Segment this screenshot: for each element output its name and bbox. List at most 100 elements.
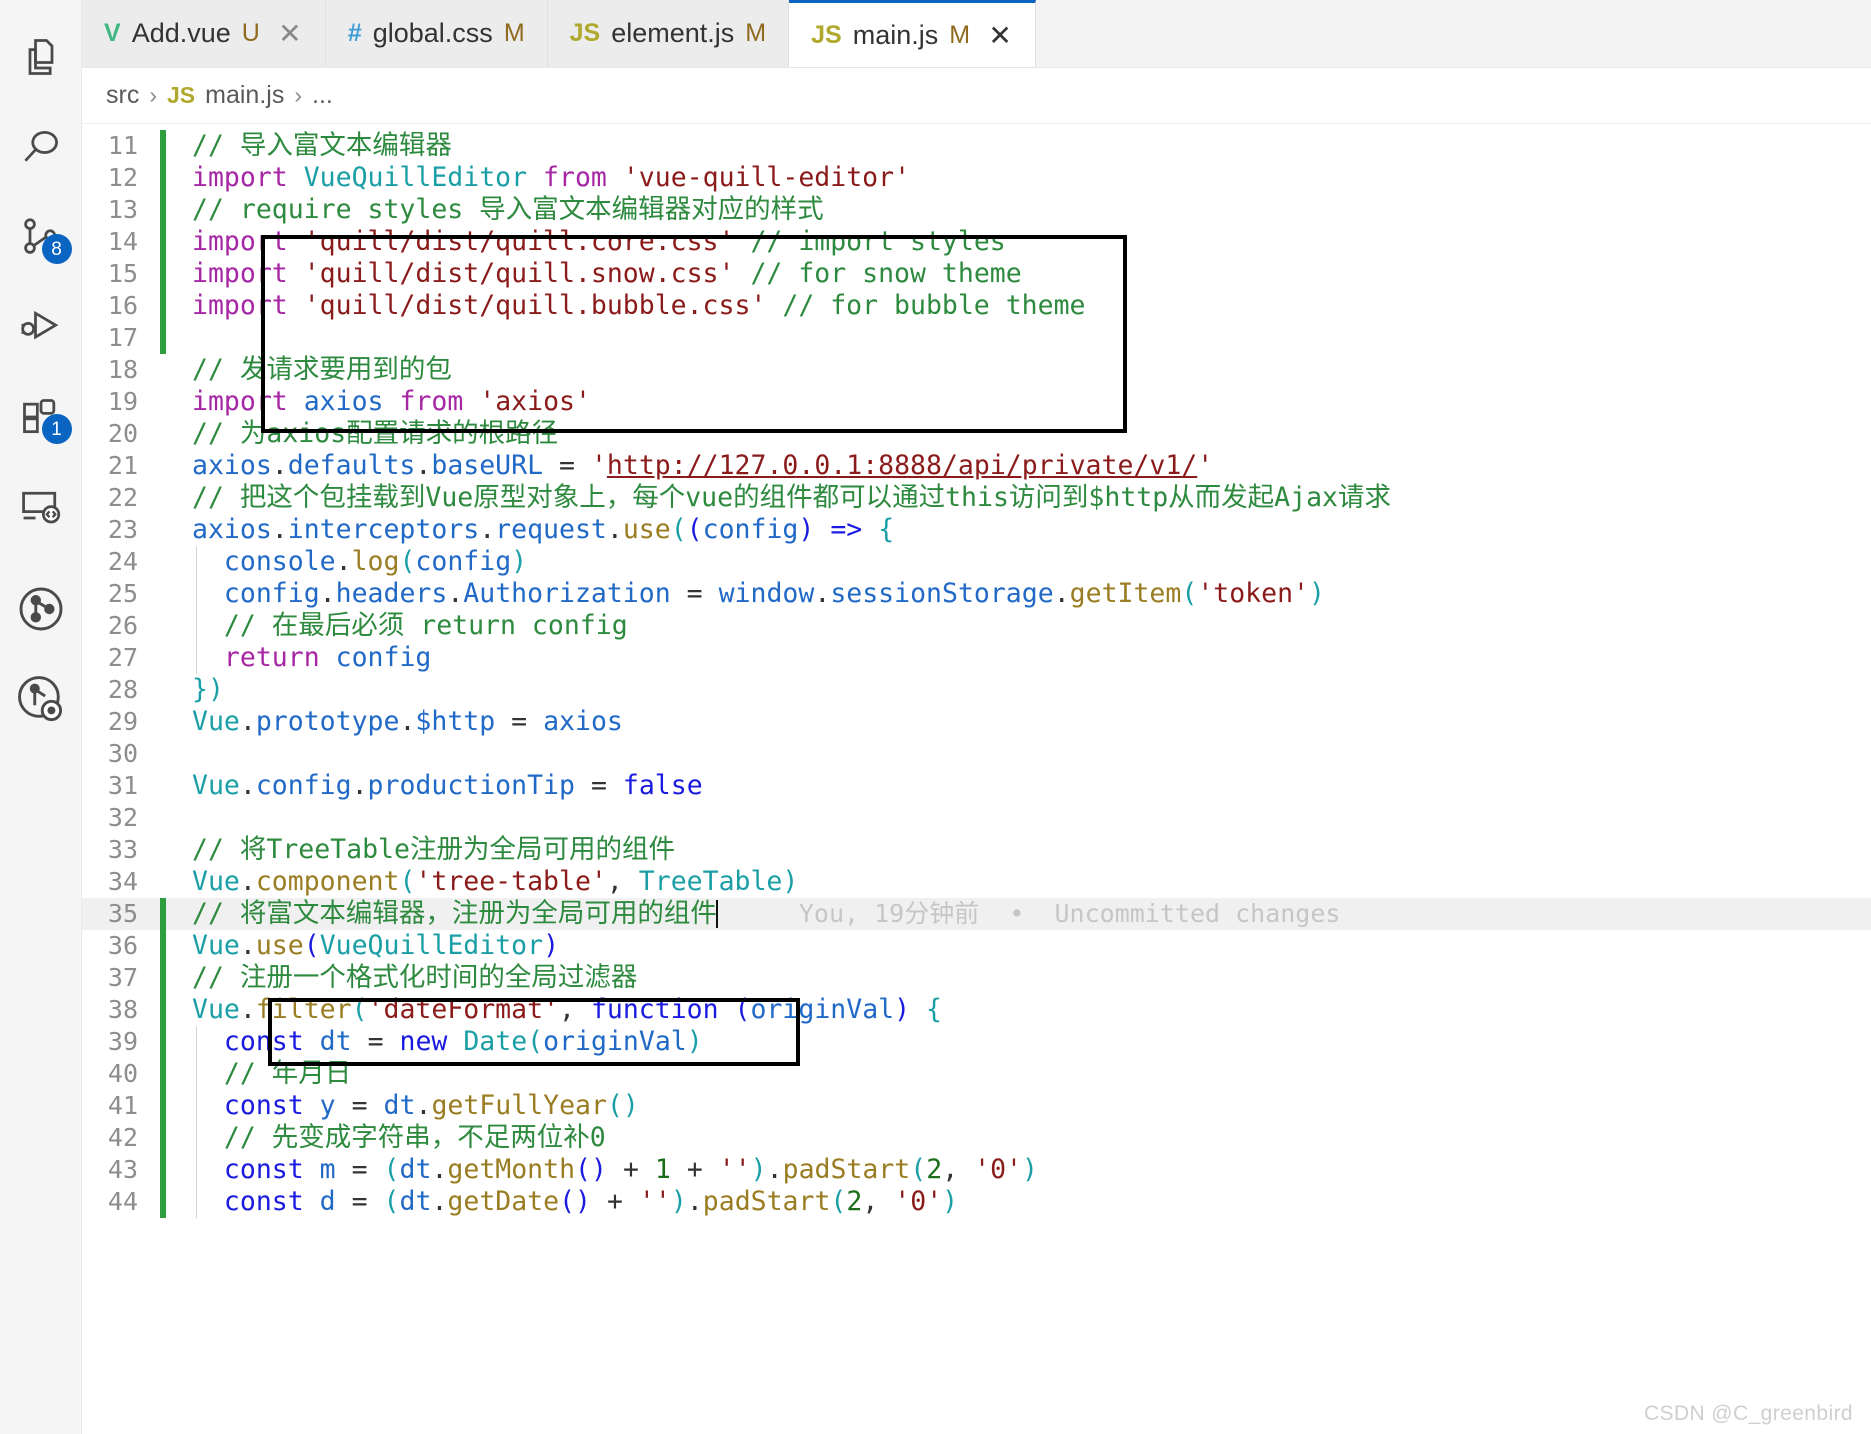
code-line[interactable]: 13 // require styles 导入富文本编辑器对应的样式 xyxy=(82,194,1871,226)
code-line[interactable]: 33 // 将TreeTable注册为全局可用的组件 xyxy=(82,834,1871,866)
code-line[interactable]: 27 return config xyxy=(82,642,1871,674)
tab-label: Add.vue xyxy=(131,18,231,48)
gutter-change-marker xyxy=(154,1058,170,1090)
gutter xyxy=(154,674,170,706)
gutter-change-marker xyxy=(154,930,170,962)
gutter xyxy=(154,418,170,450)
activity-item-explorer[interactable] xyxy=(0,16,82,98)
code-editor[interactable]: 11 // 导入富文本编辑器 12 import VueQuillEditor … xyxy=(82,124,1871,1434)
code-line[interactable]: 39 const dt = new Date(originVal) xyxy=(82,1026,1871,1058)
code-line[interactable]: 18 // 发请求要用到的包 xyxy=(82,354,1871,386)
code-line[interactable]: 26 // 在最后必须 return config xyxy=(82,610,1871,642)
code-line[interactable]: 34 Vue.component('tree-table', TreeTable… xyxy=(82,866,1871,898)
code-line[interactable]: 24 console.log(config) xyxy=(82,546,1871,578)
code-line[interactable]: 19 import axios from 'axios' xyxy=(82,386,1871,418)
line-number: 34 xyxy=(107,867,138,896)
activity-item-run-and-debug[interactable] xyxy=(0,286,82,368)
code-text: }) xyxy=(192,674,224,705)
code-line[interactable]: 21 axios.defaults.baseURL = 'http://127.… xyxy=(82,450,1871,482)
gutter-change-marker xyxy=(154,898,170,930)
tab-element-js[interactable]: JS element.js M xyxy=(547,0,790,67)
code-line[interactable]: 15 import 'quill/dist/quill.snow.css' //… xyxy=(82,258,1871,290)
code-line[interactable]: 42 // 先变成字符串，不足两位补0 xyxy=(82,1122,1871,1154)
git-blame-annotation: You, 19分钟前 • Uncommitted changes xyxy=(798,899,1341,928)
code-line[interactable]: 38 Vue.filter('dateFormat', function (or… xyxy=(82,994,1871,1026)
gutter xyxy=(154,578,170,610)
code-line[interactable]: 12 import VueQuillEditor from 'vue-quill… xyxy=(82,162,1871,194)
line-number: 14 xyxy=(107,227,138,256)
code-line[interactable]: 29 Vue.prototype.$http = axios xyxy=(82,706,1871,738)
code-line[interactable]: 20 // 为axios配置请求的根路径 xyxy=(82,418,1871,450)
gutter-change-marker xyxy=(154,194,170,226)
code-text: // 将TreeTable注册为全局可用的组件 xyxy=(192,834,675,865)
code-text: // 年月日 xyxy=(170,1058,1871,1090)
code-line[interactable]: 43 const m = (dt.getMonth() + 1 + '').pa… xyxy=(82,1154,1871,1186)
base-url-link[interactable]: http://127.0.0.1:8888/api/private/v1/ xyxy=(607,450,1197,481)
line-number: 40 xyxy=(107,1059,138,1088)
code-text: import VueQuillEditor from 'vue-quill-ed… xyxy=(192,162,911,193)
tab-label: global.css xyxy=(372,18,493,48)
line-number: 17 xyxy=(107,323,138,352)
code-text: return config xyxy=(170,642,1871,674)
breadcrumb-file[interactable]: main.js xyxy=(205,81,284,110)
css-file-icon: # xyxy=(347,19,362,47)
activity-item-extensions[interactable]: 1 xyxy=(0,376,82,458)
code-line[interactable]: 44 const d = (dt.getDate() + '').padStar… xyxy=(82,1186,1871,1218)
line-number: 20 xyxy=(107,419,138,448)
code-line[interactable]: 25 config.headers.Authorization = window… xyxy=(82,578,1871,610)
code-lines: 11 // 导入富文本编辑器 12 import VueQuillEditor … xyxy=(82,124,1871,1218)
code-text: // 为axios配置请求的根路径 xyxy=(192,418,559,449)
git-graph-search-icon xyxy=(16,674,66,724)
code-line[interactable]: 30 xyxy=(82,738,1871,770)
activity-item-search[interactable] xyxy=(0,106,82,188)
line-number: 31 xyxy=(107,771,138,800)
code-text: // 将富文本编辑器，注册为全局可用的组件 You, 19分钟前 • Uncomm… xyxy=(192,898,1341,929)
code-line-current[interactable]: 35 // 将富文本编辑器，注册为全局可用的组件 You, 19分钟前 • Unc… xyxy=(82,898,1871,930)
line-number: 35 xyxy=(107,899,138,928)
activity-item-git-graph-search[interactable] xyxy=(0,658,82,740)
line-number: 28 xyxy=(107,675,138,704)
code-line[interactable]: 32 xyxy=(82,802,1871,834)
breadcrumb-symbols[interactable]: ... xyxy=(312,81,333,110)
code-text: // 发请求要用到的包 xyxy=(192,354,452,385)
code-text: const d = (dt.getDate() + '').padStart(2… xyxy=(170,1186,1871,1218)
line-number: 43 xyxy=(107,1155,138,1184)
code-line[interactable]: 41 const y = dt.getFullYear() xyxy=(82,1090,1871,1122)
code-line[interactable]: 16 import 'quill/dist/quill.bubble.css' … xyxy=(82,290,1871,322)
gutter xyxy=(154,386,170,418)
code-line[interactable]: 22 // 把这个包挂载到Vue原型对象上，每个vue的组件都可以通过this访… xyxy=(82,482,1871,514)
code-line[interactable]: 23 axios.interceptors.request.use((confi… xyxy=(82,514,1871,546)
code-text: axios.interceptors.request.use((config) … xyxy=(192,514,895,545)
code-line[interactable]: 37 // 注册一个格式化时间的全局过滤器 xyxy=(82,962,1871,994)
line-number: 26 xyxy=(107,611,138,640)
activity-item-git-graph[interactable] xyxy=(0,568,82,650)
line-number: 38 xyxy=(107,995,138,1024)
activity-item-source-control[interactable]: 8 xyxy=(0,196,82,278)
tab-add-vue[interactable]: V Add.vue U ✕ xyxy=(82,0,326,67)
activity-item-remote-explorer[interactable] xyxy=(0,466,82,548)
tab-close-icon[interactable]: ✕ xyxy=(277,17,303,50)
gutter xyxy=(154,770,170,802)
code-line[interactable]: 28 }) xyxy=(82,674,1871,706)
gutter xyxy=(154,546,170,578)
gutter-change-marker xyxy=(154,1122,170,1154)
breadcrumb-root[interactable]: src xyxy=(106,81,139,110)
vue-file-icon: V xyxy=(104,19,121,47)
code-line[interactable]: 14 import 'quill/dist/quill.core.css' //… xyxy=(82,226,1871,258)
git-graph-icon xyxy=(16,584,66,634)
code-line[interactable]: 40 // 年月日 xyxy=(82,1058,1871,1090)
tab-close-icon[interactable]: ✕ xyxy=(987,19,1013,52)
tab-main-js[interactable]: JS main.js M ✕ xyxy=(789,0,1037,67)
code-line[interactable]: 31 Vue.config.productionTip = false xyxy=(82,770,1871,802)
code-text: import 'quill/dist/quill.bubble.css' // … xyxy=(192,290,1086,321)
gutter-change-marker xyxy=(154,994,170,1026)
code-text: Vue.config.productionTip = false xyxy=(192,770,703,801)
code-line[interactable]: 36 Vue.use(VueQuillEditor) xyxy=(82,930,1871,962)
code-line[interactable]: 17 xyxy=(82,322,1871,354)
gutter-change-marker xyxy=(154,1090,170,1122)
tab-label: main.js xyxy=(852,19,939,50)
code-line[interactable]: 11 // 导入富文本编辑器 xyxy=(82,130,1871,162)
line-number: 15 xyxy=(107,259,138,288)
tab-global-css[interactable]: # global.css M xyxy=(325,0,548,67)
line-number: 44 xyxy=(107,1187,138,1216)
